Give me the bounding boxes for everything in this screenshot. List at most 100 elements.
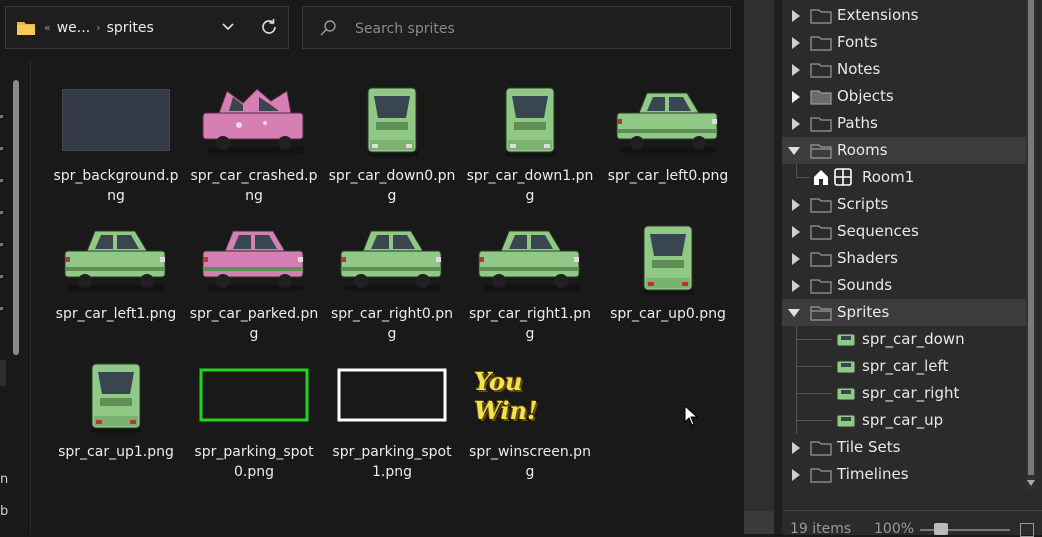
expand-arrow-icon[interactable] [792,280,800,292]
expand-arrow-icon[interactable] [792,469,800,481]
file-item[interactable]: spr_car_right0.png [327,220,457,350]
file-name: spr_car_up1.png [58,444,174,460]
file-thumbnail [198,82,310,158]
scroll-down-icon[interactable] [1027,480,1035,486]
expand-arrow-icon[interactable] [792,37,800,49]
file-item[interactable]: spr_background.png [51,82,181,212]
file-thumbnail [60,358,172,434]
asset-tree-item[interactable]: Sprites [782,299,1032,326]
file-item[interactable]: spr_parking_spot0.png [189,358,319,488]
overflow-chevron-icon[interactable]: « [44,21,51,34]
winscreen-thumb-text: You Win! [474,367,538,425]
file-name: spr_car_left0.png [607,168,729,184]
grid-view-icon[interactable] [1020,523,1034,537]
collapse-arrow-icon[interactable] [788,147,800,155]
file-item[interactable]: spr_car_down1.png [465,82,595,212]
asset-tree-label: Shaders [837,249,898,267]
file-item[interactable]: spr_car_down0.png [327,82,457,212]
asset-tree-item[interactable]: Extensions [782,2,1032,29]
breadcrumb-current[interactable]: sprites [107,20,154,36]
nav-scrollbar[interactable] [13,80,19,355]
nav-item-label[interactable]: b [0,504,8,519]
file-item[interactable]: spr_car_left1.png [51,220,181,350]
nav-item-label[interactable]: n [0,472,8,487]
asset-tree-item[interactable]: Shaders [782,245,1032,272]
asset-tree-item[interactable]: Tile Sets [782,434,1032,461]
explorer-scrollbar[interactable] [744,0,774,534]
folder-icon [810,197,832,213]
nav-selected-item[interactable] [0,360,6,386]
asset-tree-item[interactable]: Scripts [782,191,1032,218]
asset-tree-item[interactable]: Timelines [782,461,1032,488]
folder-open-icon [810,305,832,321]
asset-tree-item[interactable]: Sequences [782,218,1032,245]
file-explorer: « we... › sprites n b spr_background.png… [0,0,744,534]
refresh-icon[interactable] [258,16,280,38]
file-item[interactable]: spr_car_parked.png [189,220,319,350]
sprite-icon [834,331,858,349]
asset-tree-item[interactable]: spr_car_up [782,407,1032,434]
asset-tree-item[interactable]: spr_car_left [782,353,1032,380]
asset-scrollbar[interactable] [1026,0,1036,490]
asset-tree-item[interactable]: spr_car_right [782,380,1032,407]
asset-tree-label: spr_car_right [862,384,960,402]
expand-arrow-icon[interactable] [792,442,800,454]
asset-tree-item[interactable]: spr_car_down [782,326,1032,353]
asset-tree-item[interactable]: Sounds [782,272,1032,299]
expand-arrow-icon[interactable] [792,199,800,211]
asset-tree-label: Sequences [837,222,919,240]
folder-icon [810,467,832,483]
file-item[interactable]: spr_car_left0.png [603,82,733,212]
asset-tree-item[interactable]: Rooms [782,137,1032,164]
sprite-icon [834,385,858,403]
file-thumbnail [60,82,172,158]
search-box[interactable] [302,6,731,49]
address-bar[interactable]: « we... › sprites [5,6,289,49]
folder-icon [810,440,832,456]
file-name: spr_winscreen.png [469,444,591,480]
file-item[interactable]: spr_car_right1.png [465,220,595,350]
file-thumbnail [474,82,586,158]
zoom-slider-handle[interactable] [934,523,948,535]
asset-tree-label: Timelines [837,465,909,483]
file-thumbnail [336,220,448,296]
folder-icon [810,278,832,294]
file-item[interactable]: spr_car_up0.png [603,220,733,350]
search-input[interactable] [353,16,717,42]
asset-tree-item[interactable]: Objects [782,83,1032,110]
asset-tree-label: Notes [837,60,881,78]
file-thumbnail [474,220,586,296]
file-item[interactable]: spr_car_up1.png [51,358,181,488]
folder-open-icon [810,143,832,159]
asset-tree-item[interactable]: Fonts [782,29,1032,56]
folder-icon [810,62,832,78]
expand-arrow-icon[interactable] [792,10,800,22]
sprite-icon [834,412,858,430]
asset-tree-label: Paths [837,114,878,132]
asset-tree-item[interactable]: Paths [782,110,1032,137]
asset-tree-label: Tile Sets [837,438,901,456]
asset-tree-label: Rooms [837,141,888,159]
asset-tree-item[interactable]: Notes [782,56,1032,83]
asset-tree-item[interactable]: Room1 [782,164,1032,191]
file-name: spr_car_up0.png [610,306,726,322]
expand-arrow-icon[interactable] [792,118,800,130]
file-thumbnail [612,82,724,158]
file-item[interactable]: spr_parking_spot1.png [327,358,457,488]
expand-arrow-icon[interactable] [792,226,800,238]
file-item[interactable]: spr_car_crashed.png [189,82,319,212]
chevron-down-icon[interactable] [218,17,238,37]
breadcrumb-parent[interactable]: we... [57,20,90,36]
asset-tree-label: Sprites [837,303,890,321]
asset-tree-label: Room1 [862,168,915,186]
room-icon [834,168,852,186]
file-item[interactable]: You Win! spr_winscreen.png [465,358,595,488]
status-bar: 19 items 100% [784,510,1042,537]
expand-arrow-icon[interactable] [792,253,800,265]
collapse-arrow-icon[interactable] [788,309,800,317]
expand-arrow-icon[interactable] [792,91,800,103]
folder-icon [810,224,832,240]
expand-arrow-icon[interactable] [792,64,800,76]
file-thumbnail [198,220,310,296]
file-name: spr_parking_spot0.png [194,444,314,480]
